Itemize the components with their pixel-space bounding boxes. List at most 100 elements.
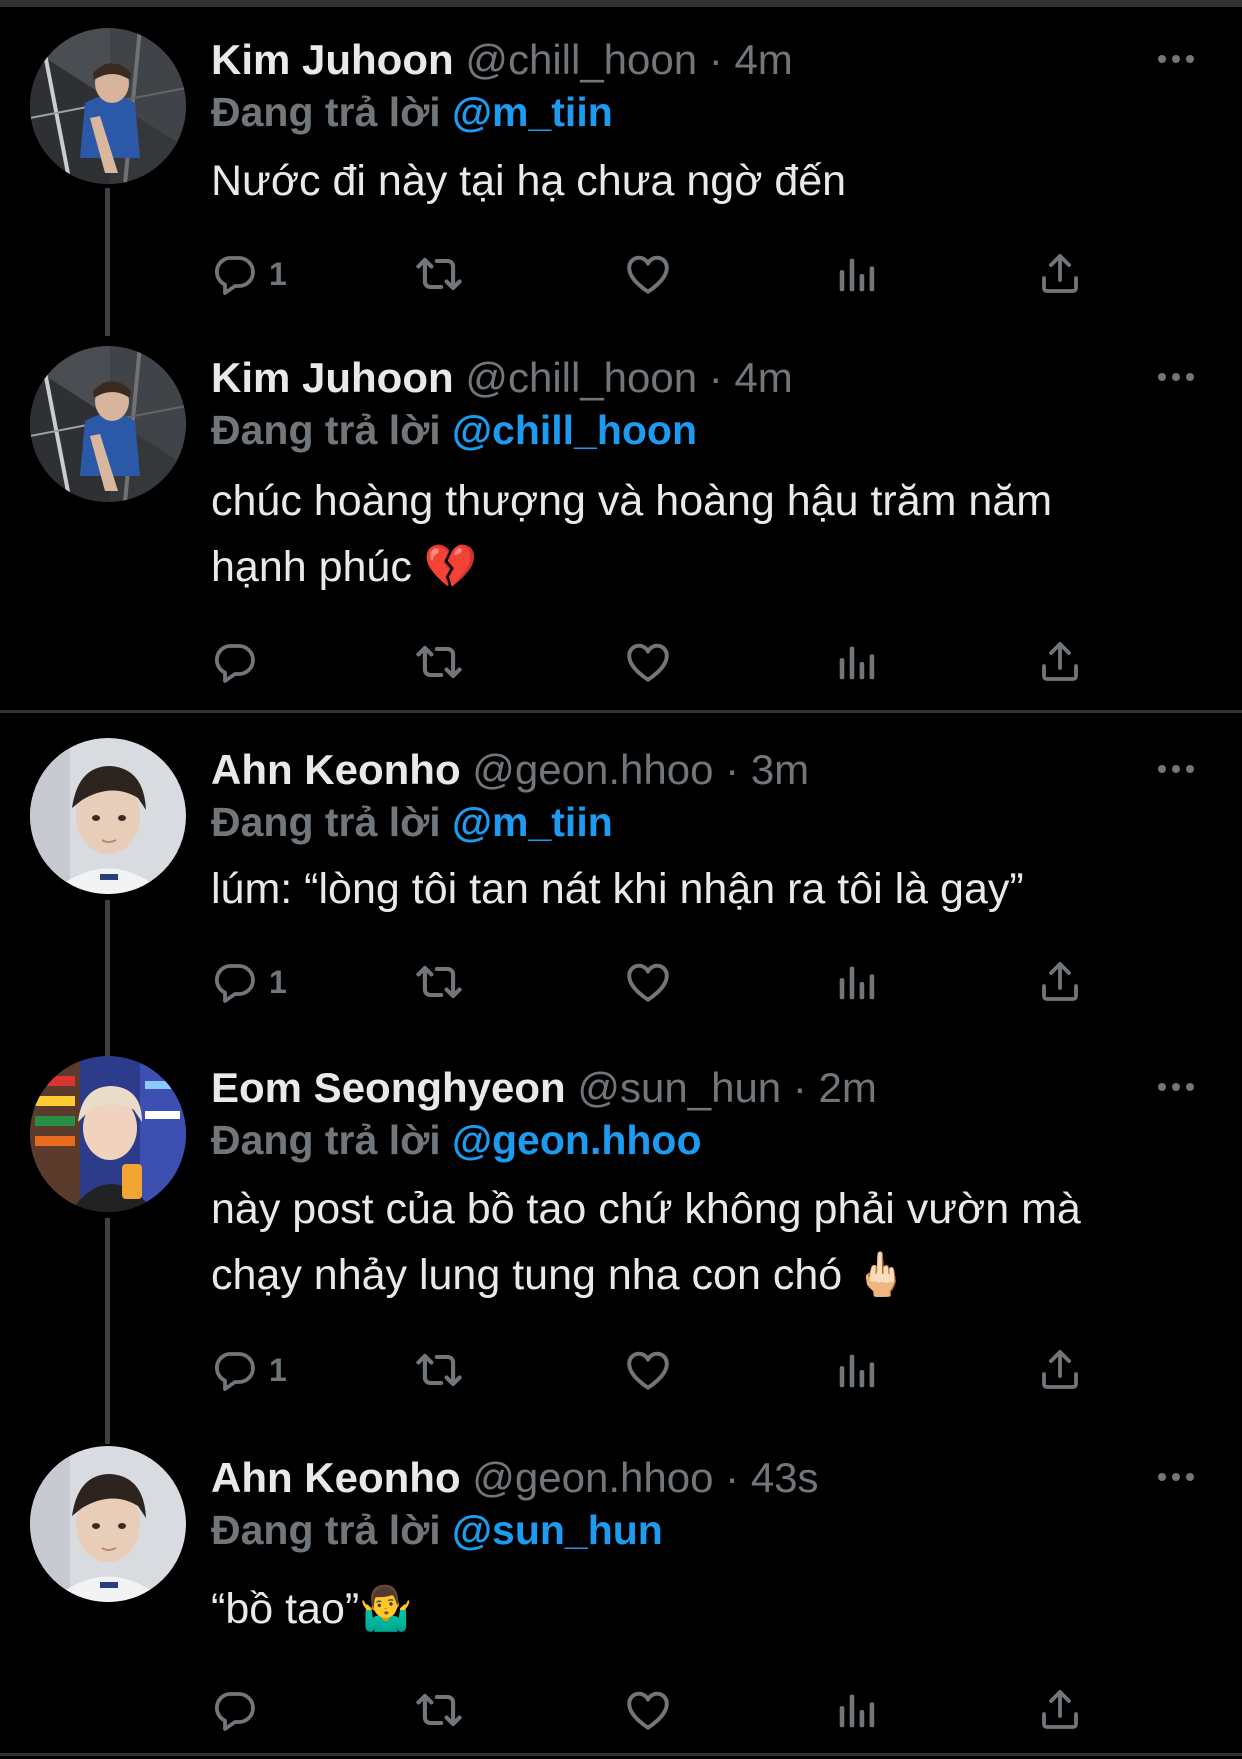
tweet[interactable]: Ahn Keonho @geon.hhoo · 43s Đang trả lời… [0,1446,1242,1746]
retweet-button[interactable] [413,634,465,690]
tweet[interactable]: Kim Juhoon @chill_hoon · 4m Đang trả lời… [0,346,1242,696]
reply-button[interactable]: 1 [211,1342,287,1398]
reply-button[interactable]: 1 [211,954,287,1010]
share-button[interactable] [1036,1342,1084,1398]
tweet-actions: 1 [211,246,1111,302]
like-button[interactable] [623,246,673,302]
tweet-text: chúc hoàng thượng và hoàng hậu trăm năm … [211,468,1211,600]
like-button[interactable] [623,1682,673,1738]
timestamp[interactable]: 4m [734,36,792,83]
mention-link[interactable]: @m_tiin [452,89,613,135]
reply-icon [211,638,259,686]
like-button[interactable] [623,954,673,1010]
share-button[interactable] [1036,954,1084,1010]
avatar[interactable] [30,1056,186,1212]
tweet-actions [211,634,1111,690]
timestamp[interactable]: 43s [751,1454,819,1501]
replying-to: Đang trả lời @chill_hoon [211,400,697,460]
user-handle[interactable]: @chill_hoon [465,354,697,401]
timestamp[interactable]: 3m [751,746,809,793]
retweet-button[interactable] [413,1342,465,1398]
separator-dot: · [725,746,740,793]
replying-to-label: Đang trả lời [211,1117,441,1163]
retweet-button[interactable] [413,1682,465,1738]
like-button[interactable] [623,1342,673,1398]
replying-to: Đang trả lời @geon.hhoo [211,1110,702,1170]
reply-button[interactable] [211,1682,269,1738]
like-icon [623,1345,673,1395]
separator-dot: · [725,1454,740,1501]
separator-dot: · [708,36,723,83]
share-button[interactable] [1036,634,1084,690]
views-icon [833,1347,879,1393]
reply-button[interactable]: 1 [211,246,287,302]
avatar[interactable] [30,738,186,894]
tweet-text-line: hạnh phúc 💔 [211,543,478,591]
more-icon[interactable] [1158,1072,1198,1102]
reply-icon [211,250,259,298]
like-icon [623,1685,673,1735]
user-handle[interactable]: @geon.hhoo [472,1454,713,1501]
tweet[interactable]: Ahn Keonho @geon.hhoo · 3m Đang trả lời … [0,738,1242,1018]
retweet-icon [413,248,465,300]
avatar[interactable] [30,346,186,502]
conversation-divider [0,710,1242,713]
reply-button[interactable] [211,634,269,690]
reply-icon [211,1686,259,1734]
tweet-text-line: này post của bồ tao chứ không phải vườn … [211,1185,1081,1233]
more-icon[interactable] [1158,44,1198,74]
tweet-actions [211,1682,1111,1738]
replying-to-label: Đang trả lời [211,799,441,845]
share-button[interactable] [1036,1682,1084,1738]
more-icon[interactable] [1158,362,1198,392]
share-icon [1036,1346,1084,1394]
tweet-text: Nước đi này tại hạ chưa ngờ đến [211,148,1211,214]
reply-icon [211,958,259,1006]
retweet-button[interactable] [413,954,465,1010]
views-button[interactable] [833,1682,879,1738]
bottom-divider [0,1753,1242,1756]
timestamp[interactable]: 2m [819,1064,877,1111]
replying-to: Đang trả lời @sun_hun [211,1500,663,1560]
retweet-icon [413,1344,465,1396]
mention-link[interactable]: @chill_hoon [452,407,697,453]
avatar[interactable] [30,28,186,184]
user-handle[interactable]: @chill_hoon [465,36,697,83]
tweet-text-line: lúm: “lòng tôi tan nát khi nhận ra tôi l… [211,865,1024,913]
share-icon [1036,958,1084,1006]
views-button[interactable] [833,634,879,690]
like-button[interactable] [623,634,673,690]
views-button[interactable] [833,954,879,1010]
views-button[interactable] [833,246,879,302]
replying-to-label: Đang trả lời [211,407,441,453]
tweet-actions: 1 [211,1342,1111,1398]
share-button[interactable] [1036,246,1084,302]
reply-count: 1 [269,1351,287,1388]
tweet-text-line: Nước đi này tại hạ chưa ngờ đến [211,157,847,205]
mention-link[interactable]: @m_tiin [452,799,613,845]
display-name[interactable]: Ahn Keonho [211,1454,461,1501]
views-icon [833,959,879,1005]
retweet-button[interactable] [413,246,465,302]
display-name[interactable]: Eom Seonghyeon [211,1064,566,1111]
share-icon [1036,250,1084,298]
more-icon[interactable] [1158,754,1198,784]
timestamp[interactable]: 4m [734,354,792,401]
more-icon[interactable] [1158,1462,1198,1492]
display-name[interactable]: Kim Juhoon [211,36,454,83]
avatar[interactable] [30,1446,186,1602]
reply-count: 1 [269,255,287,292]
tweet[interactable]: Kim Juhoon @chill_hoon · 4m Đang trả lời… [0,28,1242,308]
top-divider [0,0,1242,7]
separator-dot: · [708,354,723,401]
user-handle[interactable]: @geon.hhoo [472,746,713,793]
display-name[interactable]: Kim Juhoon [211,354,454,401]
display-name[interactable]: Ahn Keonho [211,746,461,793]
tweet[interactable]: Eom Seonghyeon @sun_hun · 2m Đang trả lờ… [0,1056,1242,1406]
mention-link[interactable]: @geon.hhoo [452,1117,701,1163]
like-icon [623,249,673,299]
user-handle[interactable]: @sun_hun [577,1064,781,1111]
like-icon [623,957,673,1007]
mention-link[interactable]: @sun_hun [452,1507,663,1553]
views-button[interactable] [833,1342,879,1398]
